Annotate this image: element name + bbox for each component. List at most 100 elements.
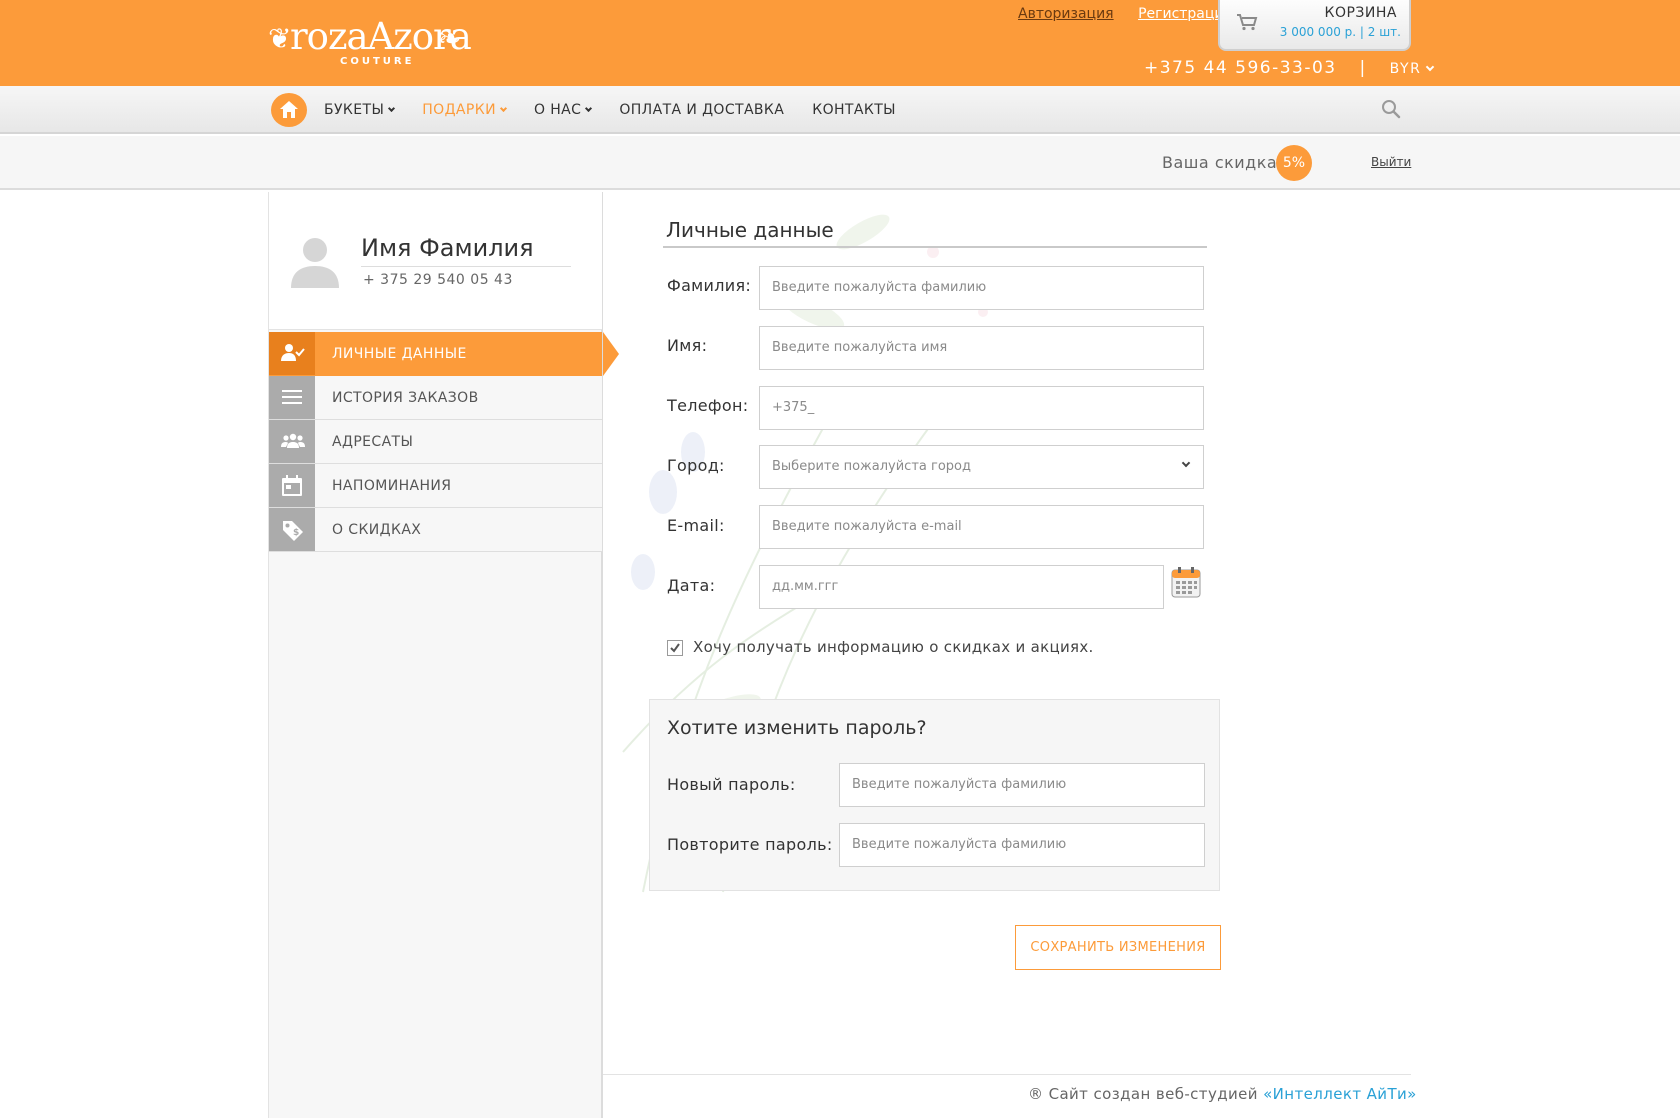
section-divider [663, 246, 1207, 248]
chevron-down-icon [388, 104, 396, 113]
password-title: Хотите изменить пароль? [667, 717, 927, 739]
calendar-picker-icon[interactable] [1171, 566, 1201, 598]
date-label: Дата: [667, 576, 716, 595]
checkmark-icon [670, 643, 680, 653]
logo-ornament-left-icon: ❦ [268, 22, 292, 55]
cart-summary: 3 000 000 р. | 2 шт. [1279, 25, 1401, 39]
menu-item-order-history[interactable]: ИСТОРИЯ ЗАКАЗОВ [269, 376, 602, 420]
account-sidebar: Имя Фамилия + 375 29 540 05 43 ЛИЧНЫЕ ДА… [268, 192, 619, 1118]
list-icon [282, 390, 302, 404]
auth-links: Авторизация Регистрация [1018, 6, 1252, 22]
firstname-placeholder: Введите пожалуйста имя [772, 340, 948, 355]
menu-item-recipients[interactable]: АДРЕСАТЫ [269, 420, 602, 464]
home-button[interactable] [271, 93, 307, 127]
profile-name: Имя Фамилия [361, 234, 534, 262]
lastname-placeholder: Введите пожалуйста фамилию [772, 280, 987, 295]
site-header: ❦ rozaAzora ❧ COUTURE Авторизация Регист… [0, 0, 1680, 86]
logo-subtitle: COUTURE [340, 56, 415, 67]
nav-item-3[interactable]: ОПЛАТА И ДОСТАВКА [619, 102, 784, 118]
header-contact-row: +375 44 596-33-03 | BYR [1144, 58, 1435, 78]
password-change-box: Хотите изменить пароль? Новый пароль: Вв… [649, 699, 1220, 891]
search-icon[interactable] [1381, 99, 1401, 119]
chevron-down-icon [585, 104, 593, 113]
main-content: Личные данные Фамилия: Введите пожалуйст… [603, 192, 1680, 1118]
lastname-input[interactable]: Введите пожалуйста фамилию [759, 266, 1204, 310]
footer-divider [603, 1074, 1411, 1075]
chevron-down-icon [499, 104, 507, 113]
repeat-password-input[interactable]: Введите пожалуйста фамилию [839, 823, 1205, 867]
discount-badge: 5% [1276, 145, 1312, 181]
cart-icon [1237, 14, 1258, 31]
phone-input[interactable]: +375_ [759, 386, 1204, 430]
nav-item-label: КОНТАКТЫ [812, 102, 896, 118]
chevron-down-icon [1426, 62, 1435, 72]
phone-separator: | [1359, 58, 1367, 78]
date-placeholder: дд.мм.ггг [772, 579, 839, 594]
currency-value: BYR [1389, 61, 1422, 77]
profile-phone: + 375 29 540 05 43 [363, 272, 513, 288]
nav-items: БУКЕТЫ ПОДАРКИ О НАС ОПЛАТА И ДОСТАВКА КОНТА… [324, 102, 924, 118]
site-logo[interactable]: ❦ rozaAzora ❧ COUTURE [268, 14, 472, 72]
menu-item-personal-data[interactable]: ЛИЧНЫЕ ДАННЫЕ [269, 332, 619, 376]
footer-text: ® Сайт создан веб-студией [1028, 1085, 1258, 1103]
email-input[interactable]: Введите пожалуйста e-mail [759, 505, 1204, 549]
city-placeholder: Выберите пожалуйста город [772, 459, 971, 474]
account-menu: ЛИЧНЫЕ ДАННЫЕ ИСТОРИЯ ЗАКАЗОВ АДРЕСАТЫ Н… [269, 332, 619, 552]
menu-item-label: АДРЕСАТЫ [332, 434, 414, 450]
menu-item-discounts[interactable]: $ О СКИДКАХ [269, 508, 602, 552]
section-title: Личные данные [666, 218, 834, 242]
new-password-input[interactable]: Введите пожалуйста фамилию [839, 763, 1205, 807]
nav-item-label: ОПЛАТА И ДОСТАВКА [619, 102, 785, 118]
main-nav: БУКЕТЫ ПОДАРКИ О НАС ОПЛАТА И ДОСТАВКА КОНТА… [0, 86, 1680, 134]
studio-link[interactable]: «Интеллект АйТи» [1263, 1085, 1417, 1103]
newsletter-label[interactable]: Хочу получать информацию о скидках и акц… [693, 638, 1094, 656]
new-password-placeholder: Введите пожалуйста фамилию [852, 777, 1067, 792]
tag-icon: $ [283, 521, 303, 541]
nav-item-2[interactable]: О НАС [533, 102, 593, 118]
calendar-icon [282, 475, 302, 496]
nav-item-0[interactable]: БУКЕТЫ [324, 102, 396, 118]
cart-title: КОРЗИНА [1324, 5, 1397, 21]
header-phone[interactable]: +375 44 596-33-03 [1144, 58, 1337, 78]
profile-divider [361, 266, 571, 267]
logout-link[interactable]: Выйти [1371, 155, 1411, 169]
firstname-label: Имя: [667, 336, 708, 355]
profile-card: Имя Фамилия + 375 29 540 05 43 [269, 192, 602, 330]
date-input[interactable]: дд.мм.ггг [759, 565, 1164, 609]
discount-label: Ваша скидка: [1162, 153, 1284, 172]
firstname-input[interactable]: Введите пожалуйста имя [759, 326, 1204, 370]
newsletter-checkbox[interactable] [667, 640, 683, 656]
nav-item-label: ПОДАРКИ [422, 102, 496, 118]
footer-credit: ® Сайт создан веб-студией «Интеллект АйТ… [1028, 1085, 1417, 1103]
group-icon [281, 433, 305, 448]
phone-value: +375_ [772, 400, 815, 415]
repeat-password-placeholder: Введите пожалуйста фамилию [852, 837, 1067, 852]
menu-item-reminders[interactable]: НАПОМИНАНИЯ [269, 464, 602, 508]
home-icon [280, 101, 298, 118]
nav-item-4[interactable]: КОНТАКТЫ [812, 102, 896, 118]
email-label: E-mail: [667, 516, 725, 535]
nav-item-label: БУКЕТЫ [324, 102, 385, 118]
svg-text:$: $ [293, 528, 299, 538]
login-link[interactable]: Авторизация [1018, 6, 1114, 22]
user-check-icon [281, 344, 305, 361]
repeat-password-label: Повторите пароль: [667, 835, 833, 854]
menu-item-label: НАПОМИНАНИЯ [332, 478, 452, 494]
chevron-down-icon [1181, 458, 1191, 468]
new-password-label: Новый пароль: [667, 775, 796, 794]
nav-item-1[interactable]: ПОДАРКИ [422, 102, 507, 118]
discount-strip: Ваша скидка: 5% Выйти [0, 136, 1680, 190]
nav-item-label: О НАС [533, 102, 582, 118]
currency-select[interactable]: BYR [1389, 61, 1435, 77]
menu-item-label: О СКИДКАХ [332, 522, 422, 538]
email-placeholder: Введите пожалуйста e-mail [772, 519, 962, 534]
lastname-label: Фамилия: [667, 276, 752, 295]
city-label: Город: [667, 456, 725, 475]
city-select[interactable]: Выберите пожалуйста город [759, 445, 1204, 489]
avatar-icon [291, 238, 339, 288]
cart-widget[interactable]: КОРЗИНА 3 000 000 р. | 2 шт. [1218, 0, 1411, 51]
save-changes-button[interactable]: СОХРАНИТЬ ИЗМЕНЕНИЯ [1015, 925, 1221, 970]
menu-item-label: ИСТОРИЯ ЗАКАЗОВ [332, 390, 479, 406]
logo-ornament-right-icon: ❧ [438, 22, 462, 55]
phone-label: Телефон: [667, 396, 749, 415]
